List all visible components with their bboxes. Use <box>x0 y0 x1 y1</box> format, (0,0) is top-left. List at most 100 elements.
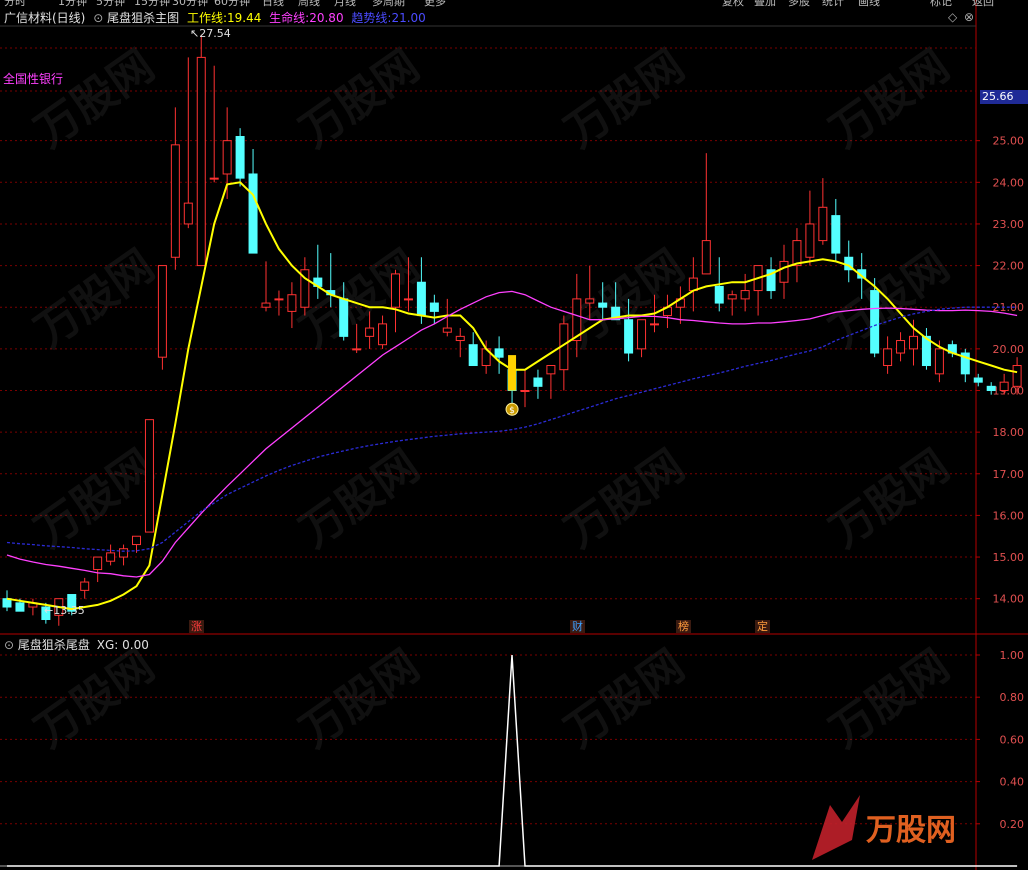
watermark-text: 万股网 <box>821 640 958 757</box>
candle-body-up <box>106 552 116 562</box>
toolbar-item[interactable]: 周线 <box>298 0 320 9</box>
trend-line-value: 21.00 <box>391 11 426 25</box>
watermark-text: 万股网 <box>291 40 428 157</box>
toolbar-item[interactable]: 60分钟 <box>214 0 250 9</box>
brand-logo: 万股网 <box>812 795 956 860</box>
collapse-icon[interactable]: ⊙ <box>93 11 103 25</box>
y-tick-label: 22.00 <box>993 260 1025 273</box>
candle-body-up <box>896 340 906 354</box>
toolbar-item[interactable]: 分时 <box>4 0 26 9</box>
logo-arrow-shape <box>812 795 860 860</box>
toolbar-item[interactable]: 多股 <box>788 0 810 9</box>
candle <box>106 544 116 566</box>
candle <box>792 228 802 283</box>
candle-body-down <box>973 377 983 383</box>
toolbar-item[interactable]: 日线 <box>262 0 284 9</box>
work-line-value: 19.44 <box>226 11 262 25</box>
toolbar-item[interactable]: 1分钟 <box>58 0 87 9</box>
candle <box>960 348 970 383</box>
candle-body-up <box>119 548 129 558</box>
candle <box>753 265 763 316</box>
event-tag[interactable]: 涨 <box>189 620 204 633</box>
y-tick-label: 0.60 <box>1000 733 1025 746</box>
candle-body-down <box>339 298 349 337</box>
collapse-icon[interactable]: ⊙ <box>4 638 14 652</box>
candle-body-down <box>533 377 543 387</box>
candle-body-up <box>585 298 595 304</box>
candle-body-down <box>468 344 478 367</box>
candle-body-up <box>391 273 400 308</box>
life-line-value: 20.80 <box>309 11 344 25</box>
candle <box>2 590 12 612</box>
candle-body-down <box>598 302 608 308</box>
low-price-annotation: ←13.35 <box>44 604 85 617</box>
candle <box>261 261 271 312</box>
candle <box>844 240 854 283</box>
candle-body-up <box>378 323 388 346</box>
event-tag[interactable]: 定 <box>755 620 770 633</box>
candle <box>378 315 388 349</box>
event-tag[interactable]: 榜 <box>676 620 691 633</box>
toolbar-item[interactable]: 5分钟 <box>96 0 125 9</box>
toolbar-item[interactable]: 复权 <box>722 0 744 9</box>
event-tag[interactable]: 财 <box>570 620 585 633</box>
stock-title[interactable]: 广信材料(日线) <box>4 11 85 25</box>
toolbar-item[interactable]: 叠加 <box>754 0 776 9</box>
candle <box>274 290 284 316</box>
toolbar-item[interactable]: 标记 <box>930 0 952 9</box>
signal-bar <box>508 355 517 391</box>
candle <box>520 369 530 408</box>
toolbar-item[interactable]: 15分钟 <box>134 0 170 9</box>
sector-label[interactable]: 全国性银行 <box>3 70 63 87</box>
candle <box>196 34 206 267</box>
candle-body-up <box>170 144 180 258</box>
stock-chart-window[interactable]: 25.0024.0023.0022.0021.0020.0019.0018.00… <box>0 0 1028 870</box>
candle <box>727 290 737 316</box>
candle <box>416 257 426 324</box>
candle <box>883 336 893 374</box>
watermark-text: 万股网 <box>556 40 693 157</box>
watermark-text: 万股网 <box>291 640 428 757</box>
xg-label: XG: <box>96 638 119 652</box>
candle-body-up <box>934 348 944 375</box>
xg-value: 0.00 <box>122 638 149 652</box>
toolbar-item[interactable]: 30分钟 <box>172 0 208 9</box>
candle-body-up <box>287 294 297 312</box>
y-tick-label: 17.00 <box>993 468 1025 481</box>
candle <box>818 178 828 245</box>
toolbar-item[interactable]: 画线 <box>858 0 880 9</box>
candle-body-up <box>546 365 556 375</box>
toolbar-item[interactable]: 更多 <box>424 0 446 9</box>
candle <box>144 419 154 533</box>
sub-chart-header: ⊙ 尾盘狙杀尾盘 XG: 0.00 <box>4 636 149 653</box>
candle-body-up <box>520 389 530 392</box>
toolbar-item[interactable]: 统计 <box>822 0 844 9</box>
chart-canvas[interactable]: 25.0024.0023.0022.0021.0020.0019.0018.00… <box>0 0 1028 870</box>
toolbar-item[interactable]: 月线 <box>334 0 356 9</box>
watermark-text: 万股网 <box>556 440 693 557</box>
settings-diamond-icon[interactable]: ◇ <box>948 10 957 24</box>
y-tick-label: 0.40 <box>1000 776 1025 789</box>
close-icon[interactable]: ⊗ <box>964 10 974 24</box>
candle <box>235 128 245 187</box>
main-chart-header: 广信材料(日线) ⊙ 尾盘狙杀主图 工作线:19.44 生命线:20.80 趋势… <box>4 9 426 26</box>
sub-indicator-name[interactable]: 尾盘狙杀尾盘 <box>18 638 90 652</box>
logo-text: 万股网 <box>866 813 956 848</box>
indicator-name[interactable]: 尾盘狙杀主图 <box>107 11 179 25</box>
candle-body-up <box>209 177 219 180</box>
candle <box>300 257 310 316</box>
candle <box>170 107 180 270</box>
toolbar-item[interactable]: 多周期 <box>372 0 405 9</box>
toolbar-item[interactable]: 返回 <box>972 0 994 9</box>
candle-body-up <box>442 327 452 333</box>
low-price-value: 13.35 <box>53 604 85 617</box>
candle-body-down <box>15 602 25 612</box>
y-tick-label: 18.00 <box>993 426 1025 439</box>
candle <box>183 57 193 229</box>
candle <box>209 65 219 183</box>
candle-body-up <box>637 319 647 350</box>
candle-body-up <box>132 535 141 546</box>
candle-body-up <box>740 290 750 300</box>
candle-body-up <box>365 327 375 337</box>
y-tick-label: 23.00 <box>993 218 1025 231</box>
